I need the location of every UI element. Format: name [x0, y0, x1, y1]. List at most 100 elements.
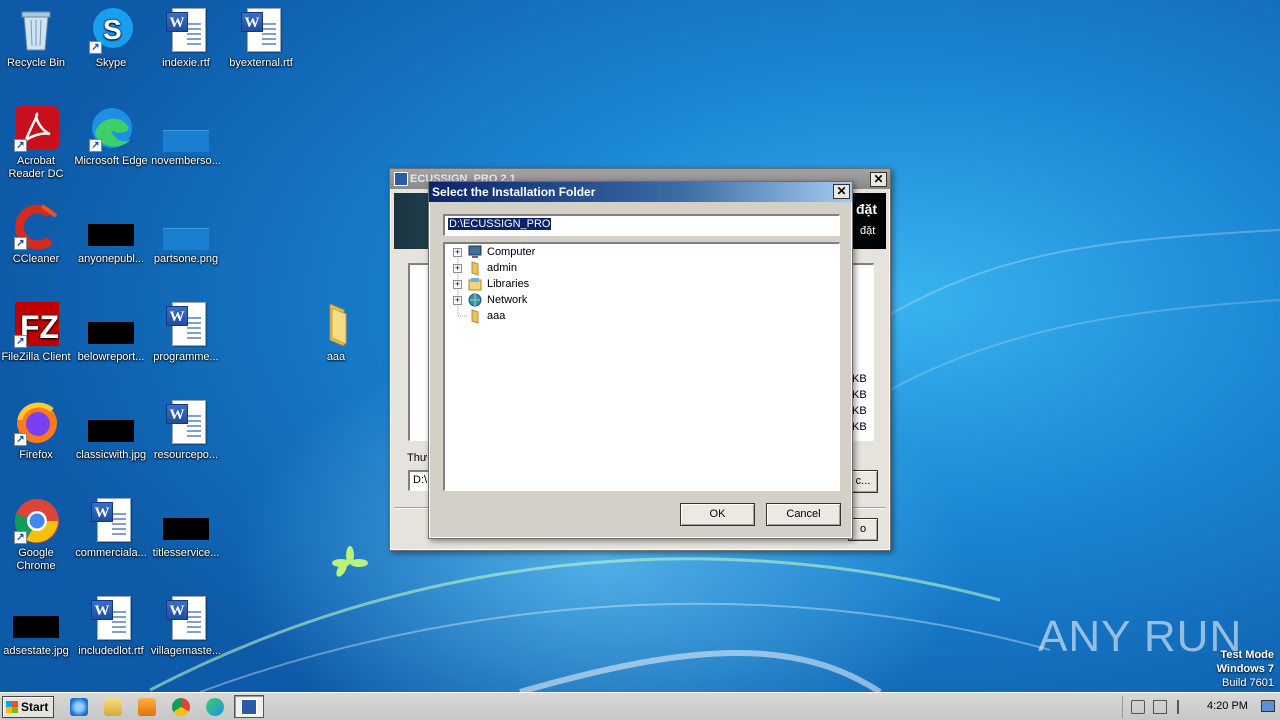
media-player-icon[interactable]	[138, 698, 156, 716]
desktop-icon-commerciala[interactable]: W commerciala...	[73, 496, 149, 560]
image-file-icon	[162, 202, 210, 250]
libraries-icon	[467, 276, 483, 292]
installer-task-button[interactable]	[234, 695, 264, 718]
action-center-flag-icon[interactable]	[1177, 700, 1189, 714]
desktop-icon-programme[interactable]: W programme...	[148, 300, 224, 364]
installer-close-button[interactable]: ✕	[870, 172, 887, 187]
clock[interactable]: 4:20 PM	[1207, 700, 1248, 712]
desktop-icon-anyonepubl[interactable]: anyonepubl...	[73, 202, 149, 266]
expand-icon[interactable]: +	[453, 296, 462, 305]
anyrun-logo-text: ANY RUN	[1038, 612, 1243, 661]
taskbar: Start 4:20 PM	[0, 692, 1280, 720]
desktop-icon-acrobat[interactable]: ↗ Acrobat Reader DC	[0, 104, 74, 181]
ok-button[interactable]: OK	[680, 503, 755, 526]
word-document-icon: W	[162, 300, 210, 348]
desktop-icon-label: Google Chrome	[16, 547, 56, 572]
skype-icon: S ↗	[87, 6, 135, 54]
word-document-icon: W	[237, 6, 285, 54]
chrome-icon[interactable]	[172, 698, 190, 716]
desktop-icon-indexie[interactable]: W indexie.rtf	[148, 6, 224, 70]
word-document-icon: W	[162, 594, 210, 642]
computer-icon	[467, 244, 483, 260]
word-document-icon: W	[162, 6, 210, 54]
desktop-icon-chrome[interactable]: ↗ Google Chrome	[0, 496, 74, 573]
image-file-icon	[87, 300, 135, 348]
size-line: KB	[852, 373, 867, 385]
desktop-icon-skype[interactable]: S ↗ Skype	[73, 6, 149, 70]
desktop-icon-label: Recycle Bin	[6, 57, 66, 69]
folder-tree[interactable]: + Computer + admin + Libraries + Network…	[443, 242, 840, 491]
size-line: KB	[852, 389, 867, 401]
desktop-icon-label: byexternal.rtf	[229, 57, 293, 69]
desktop-icon-recycle-bin[interactable]: Recycle Bin	[0, 6, 74, 70]
desktop-icon-firefox[interactable]: ↗ Firefox	[0, 398, 74, 462]
desktop-icon-belowreport[interactable]: belowreport...	[73, 300, 149, 364]
desktop-icon-villagemaste[interactable]: W villagemaste...	[148, 594, 224, 658]
ok-label: OK	[709, 508, 726, 520]
show-desktop-icon[interactable]	[1261, 700, 1275, 712]
edge-icon: ↗	[87, 104, 135, 152]
expand-icon[interactable]: +	[453, 248, 462, 257]
explorer-icon[interactable]	[104, 698, 122, 716]
desktop-icon-filezilla[interactable]: FZ ↗ FileZilla Client	[0, 300, 74, 364]
folder-dialog-title: Select the Installation Folder	[432, 185, 596, 199]
installer-banner-text-2: đặt	[860, 225, 876, 237]
size-line: KB	[852, 405, 867, 417]
shortcut-arrow-icon: ↗	[14, 139, 27, 152]
firefox-icon: ↗	[12, 398, 60, 446]
folder-path-input[interactable]: D:\ECUSSIGN_PRO	[443, 214, 840, 236]
shortcut-arrow-icon: ↗	[14, 237, 27, 250]
test-mode-notice: Test Mode Windows 7 Build 7601	[1217, 648, 1274, 690]
desktop-icon-label: Acrobat Reader DC	[8, 155, 64, 180]
system-tray: 4:20 PM	[1122, 696, 1280, 718]
desktop-icon-adsestate[interactable]: adsestate.jpg	[0, 594, 74, 658]
browse-label: c...	[855, 475, 871, 487]
expand-icon[interactable]: +	[453, 264, 462, 273]
desktop-icon-includedlot[interactable]: W includedlot.rtf	[73, 594, 149, 658]
word-document-icon: W	[87, 594, 135, 642]
desktop-icon-byexternal[interactable]: W byexternal.rtf	[223, 6, 299, 70]
network-status-icon[interactable]	[1153, 700, 1167, 714]
folder-dialog-close-button[interactable]: ✕	[833, 184, 850, 199]
recycle-bin-icon	[12, 6, 60, 54]
volume-icon[interactable]	[1131, 700, 1145, 714]
installer-app-icon	[394, 172, 408, 186]
desktop-icon-edge[interactable]: ↗ Microsoft Edge	[73, 104, 149, 168]
svg-text:S: S	[103, 14, 122, 45]
edge-icon[interactable]	[206, 698, 224, 716]
start-button[interactable]: Start	[2, 696, 54, 718]
desktop-icon-label: resourcepo...	[153, 449, 219, 461]
image-file-icon	[162, 104, 210, 152]
desktop-icon-label: belowreport...	[77, 351, 145, 363]
desktop-icon-partsone[interactable]: partsone.png	[148, 202, 224, 266]
desktop-icon-label: Skype	[95, 57, 127, 69]
desktop-icon-label: titlesservice...	[152, 547, 220, 559]
internet-explorer-icon[interactable]	[70, 698, 88, 716]
desktop-icon-label: CCleaner	[12, 253, 60, 265]
desktop-icon-label: novemberso...	[151, 155, 221, 167]
cancel-button[interactable]: Cancel	[766, 503, 841, 526]
desktop-icon-ccleaner[interactable]: ↗ CCleaner	[0, 202, 74, 266]
desktop-icon-resourcepo[interactable]: W resourcepo...	[148, 398, 224, 462]
network-icon	[467, 292, 483, 308]
folder-dialog-title-bar: Select the Installation Folder	[429, 182, 852, 202]
desktop-icon-classicwith[interactable]: classicwith.jpg	[73, 398, 149, 462]
build-line: Build 7601	[1222, 677, 1274, 689]
folder-path-value: D:\ECUSSIGN_PRO	[448, 218, 552, 230]
tree-item-label: Computer	[487, 246, 536, 258]
desktop-icon-label: classicwith.jpg	[75, 449, 147, 461]
tree-item-label: aaa	[487, 310, 506, 322]
desktop-icon-label: partsone.png	[153, 253, 219, 265]
start-label: Start	[21, 700, 49, 714]
anyrun-watermark: ANY RUN	[1038, 612, 1242, 662]
desktop-icon-aaa-folder[interactable]: aaa	[298, 300, 374, 364]
installer-task-icon	[241, 699, 257, 715]
desktop-icon-novemberso[interactable]: novemberso...	[148, 104, 224, 168]
cancel-label: Cancel	[786, 508, 821, 520]
installer-path-value: D:\	[413, 474, 428, 486]
desktop-icon-titlesservice[interactable]: titlesservice...	[148, 496, 224, 560]
expand-icon[interactable]: +	[453, 280, 462, 289]
image-file-icon	[12, 594, 60, 642]
desktop-icon-label: adsestate.jpg	[3, 645, 69, 657]
desktop-icon-label: Firefox	[19, 449, 53, 461]
